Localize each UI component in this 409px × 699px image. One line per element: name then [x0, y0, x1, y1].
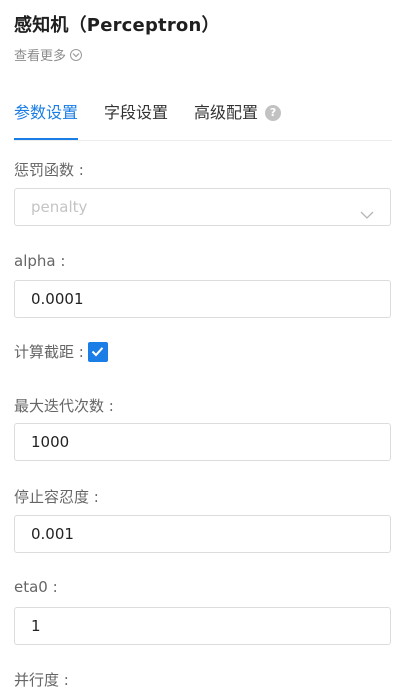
alpha-input[interactable]: 0.0001 — [14, 280, 391, 318]
tab-advanced-config[interactable]: 高级配置 ? — [194, 96, 282, 139]
tol-label: 停止容忍度 : — [14, 488, 99, 506]
penalty-select[interactable]: penalty — [14, 188, 391, 226]
penalty-placeholder: penalty — [31, 198, 88, 216]
chevron-down-icon — [360, 199, 374, 235]
question-circle-icon[interactable]: ? — [265, 105, 282, 121]
tab-bar: 参数设置 字段设置 高级配置 ? — [14, 96, 392, 141]
fit-intercept-label: 计算截距 : — [14, 343, 84, 361]
fit-intercept-checkbox[interactable] — [87, 341, 108, 362]
max-iter-input[interactable]: 1000 — [14, 423, 391, 461]
tab-advanced-config-label: 高级配置 — [194, 103, 259, 122]
chevron-down-icon — [70, 48, 83, 61]
tab-field-settings[interactable]: 字段设置 — [104, 96, 168, 139]
page-title: 感知机（Perceptron） — [14, 15, 220, 36]
alpha-label: alpha : — [14, 252, 66, 270]
penalty-label: 惩罚函数 : — [14, 161, 84, 179]
view-more-label: 查看更多 — [14, 49, 67, 64]
eta0-label: eta0 : — [14, 578, 58, 596]
n-jobs-label: 并行度 : — [14, 671, 69, 689]
eta0-input[interactable]: 1 — [14, 607, 391, 645]
max-iter-label: 最大迭代次数 : — [14, 397, 114, 415]
tol-input[interactable]: 0.001 — [14, 515, 391, 553]
view-more-link[interactable]: 查看更多 — [14, 45, 83, 64]
fit-intercept-row: 计算截距 : — [14, 341, 108, 362]
tab-parameter-settings[interactable]: 参数设置 — [14, 96, 79, 140]
